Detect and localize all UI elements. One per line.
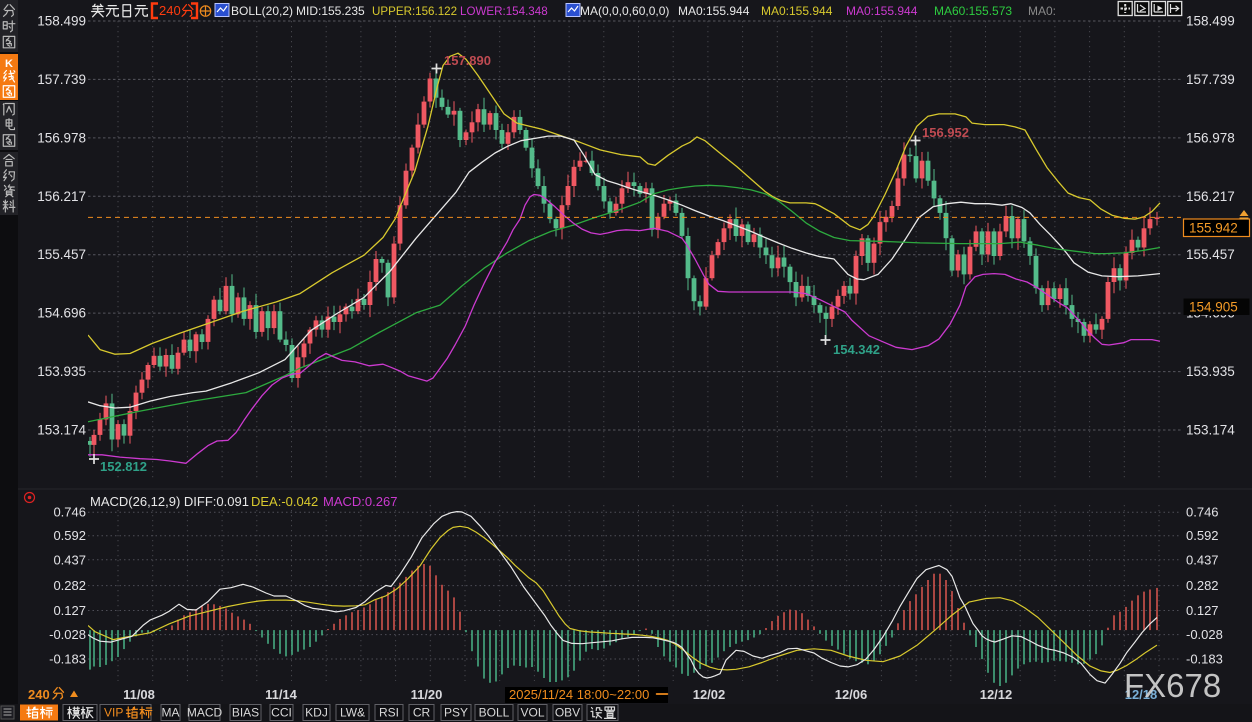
svg-text:-0.183: -0.183 — [49, 652, 86, 667]
svg-text:0.746: 0.746 — [1186, 505, 1219, 520]
svg-text:CCI: CCI — [271, 706, 292, 720]
svg-text:157.739: 157.739 — [37, 72, 86, 87]
svg-text:154.696: 154.696 — [37, 306, 86, 321]
svg-text:MA0:155.944: MA0:155.944 — [761, 4, 833, 18]
svg-text:153.935: 153.935 — [37, 364, 86, 379]
svg-text:2025/11/24 18:00~22:00: 2025/11/24 18:00~22:00 — [509, 687, 649, 702]
svg-text:MA(0,0,0,60,0,0): MA(0,0,0,60,0,0) — [580, 4, 669, 18]
svg-text:153.935: 153.935 — [1186, 364, 1235, 379]
svg-text:LOWER:154.348: LOWER:154.348 — [460, 5, 548, 18]
svg-text:154.342: 154.342 — [833, 342, 880, 357]
svg-text:0.127: 0.127 — [1186, 603, 1219, 618]
svg-text:RSI: RSI — [379, 706, 399, 720]
svg-text:CR: CR — [413, 706, 431, 720]
svg-text:158.499: 158.499 — [37, 14, 86, 29]
svg-text:156.217: 156.217 — [1186, 189, 1235, 204]
svg-text:MA0:: MA0: — [1028, 4, 1056, 18]
svg-text:240: 240 — [159, 3, 181, 18]
svg-text:156.978: 156.978 — [37, 130, 86, 145]
svg-text:158.499: 158.499 — [1186, 14, 1235, 29]
svg-text:0.746: 0.746 — [53, 505, 86, 520]
svg-text:MA60:155.573: MA60:155.573 — [934, 4, 1012, 18]
svg-text:12/02: 12/02 — [693, 687, 726, 702]
svg-text:OBV: OBV — [555, 706, 580, 720]
svg-text:155.942: 155.942 — [1189, 221, 1238, 236]
svg-text:K: K — [5, 58, 13, 70]
svg-text:PSY: PSY — [444, 706, 468, 720]
svg-text:0.437: 0.437 — [1186, 552, 1219, 567]
svg-text:0.282: 0.282 — [1186, 578, 1219, 593]
svg-text:12/12: 12/12 — [980, 687, 1013, 702]
svg-text:KDJ: KDJ — [305, 706, 328, 720]
svg-text:-0.028: -0.028 — [1186, 627, 1223, 642]
svg-text:BOLL(20,2): BOLL(20,2) — [231, 4, 293, 18]
svg-text:BIAS: BIAS — [232, 706, 259, 720]
svg-text:UPPER:156.122: UPPER:156.122 — [372, 5, 457, 18]
svg-text:153.174: 153.174 — [37, 423, 86, 438]
svg-text:FX678: FX678 — [1124, 667, 1221, 704]
svg-text:11/20: 11/20 — [411, 687, 443, 702]
svg-text:157.890: 157.890 — [444, 53, 491, 68]
svg-text:155.457: 155.457 — [37, 247, 86, 262]
svg-text:MACD:0.267: MACD:0.267 — [323, 494, 397, 509]
svg-text:156.217: 156.217 — [37, 189, 86, 204]
svg-text:156.978: 156.978 — [1186, 130, 1235, 145]
svg-text:MA0:155.944: MA0:155.944 — [678, 4, 750, 18]
svg-text:VOL: VOL — [520, 706, 544, 720]
svg-text:0.437: 0.437 — [53, 552, 86, 567]
svg-text:MACD(26,12,9) DIFF:0.091: MACD(26,12,9) DIFF:0.091 — [90, 494, 249, 509]
svg-text:0.592: 0.592 — [53, 528, 86, 543]
svg-text:LW&: LW& — [340, 706, 365, 720]
svg-text:12/06: 12/06 — [835, 687, 868, 702]
svg-text:157.739: 157.739 — [1186, 72, 1235, 87]
svg-text:0.282: 0.282 — [53, 578, 86, 593]
svg-text:MA: MA — [162, 706, 180, 720]
svg-text:DEA:-0.042: DEA:-0.042 — [251, 494, 318, 509]
svg-text:240: 240 — [28, 687, 50, 702]
svg-text:152.812: 152.812 — [100, 459, 147, 474]
svg-text:VIP: VIP — [104, 706, 123, 720]
svg-text:11/14: 11/14 — [265, 687, 298, 702]
svg-text:BOLL: BOLL — [479, 706, 510, 720]
svg-text:MID:155.235: MID:155.235 — [296, 4, 365, 18]
svg-text:0.592: 0.592 — [1186, 528, 1219, 543]
svg-text:-0.028: -0.028 — [49, 627, 86, 642]
svg-text:11/08: 11/08 — [123, 687, 155, 702]
svg-text:153.174: 153.174 — [1186, 423, 1235, 438]
svg-text:0.127: 0.127 — [53, 603, 86, 618]
svg-text:-0.183: -0.183 — [1186, 652, 1223, 667]
svg-text:154.905: 154.905 — [1189, 300, 1238, 315]
svg-text:MACD: MACD — [187, 706, 223, 720]
svg-text:155.457: 155.457 — [1186, 247, 1235, 262]
svg-text:156.952: 156.952 — [922, 125, 969, 140]
svg-text:MA0:155.944: MA0:155.944 — [846, 4, 918, 18]
